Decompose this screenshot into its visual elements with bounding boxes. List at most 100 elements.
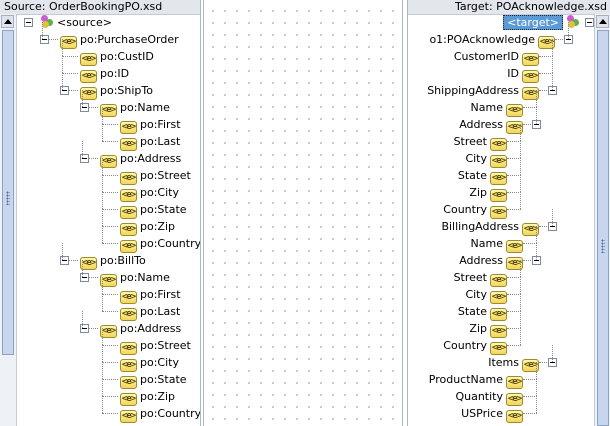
source-node-label: po:Street [140,169,191,182]
target-node-country[interactable]: Country <e> [443,337,507,355]
target-node-label: BillingAddress [441,220,519,233]
target-node-label: CustomerID [453,50,519,63]
target-node-label: o1:POAcknowledge [429,33,535,46]
source-node-po-custid[interactable]: <e> po:CustID [80,48,154,66]
source-node-label: po:First [140,118,181,131]
source-node-po-name[interactable]: <e> po:Name [100,269,170,287]
source-node-po-address[interactable]: <e> po:Address [100,150,181,168]
source-node-label: po:City [140,186,179,199]
target-node-city[interactable]: City <e> [465,150,507,168]
source-root-toggle[interactable] [24,18,33,27]
mapping-canvas[interactable] [203,0,403,426]
target-node-items[interactable]: Items <e> [488,354,539,372]
target-node-label: Country [443,339,487,352]
target-tree: <target> o1:POAcknowledge <e> CustomerID <e… [408,14,610,426]
source-node-po-billto[interactable]: <e> po:BillTo [80,252,146,270]
source-node-po-state[interactable]: <e> po:State [120,201,187,219]
target-node-label: ShippingAddress [427,84,519,97]
source-node-po-name[interactable]: <e> po:Name [100,99,170,117]
source-node-po-zip[interactable]: <e> po:Zip [120,388,175,406]
target-header: Target: POAcknowledge.xsd [408,0,610,15]
target-root-label: <target> [503,15,563,30]
target-node-label: Zip [469,322,487,335]
target-node-label: USPrice [461,407,503,420]
source-node-label: po:Last [140,305,181,318]
target-node-zip[interactable]: Zip <e> [469,320,507,338]
source-node-label: po:First [140,288,181,301]
source-node-po-first[interactable]: <e> po:First [120,116,181,134]
target-node-label: ProductName [428,373,503,386]
source-node-po-city[interactable]: <e> po:City [120,184,179,202]
target-node-label: City [465,152,487,165]
target-node-productname[interactable]: ProductName <e> [428,371,523,389]
target-root-toggle[interactable] [585,18,594,27]
source-tree-pane: Source: OrderBookingPO.xsd <source> <e> p… [0,0,201,426]
source-node-po-shipto[interactable]: <e> po:ShipTo [80,82,153,100]
target-node-o1-poacknowledge[interactable]: o1:POAcknowledge <e> [429,31,555,49]
target-node-street[interactable]: Street <e> [453,133,507,151]
target-node-customerid[interactable]: CustomerID <e> [453,48,539,66]
target-node-state[interactable]: State <e> [458,303,507,321]
source-node-po-last[interactable]: <e> po:Last [120,303,181,321]
source-header: Source: OrderBookingPO.xsd [0,0,200,15]
target-node-label: Name [470,237,503,250]
source-node-label: po:Country [140,407,201,420]
source-node-label: po:Address [120,322,182,335]
target-node-country[interactable]: Country <e> [443,201,507,219]
target-node-usprice[interactable]: USPrice <e> [461,405,523,423]
source-node-po-country[interactable]: <e> po:Country [120,405,201,423]
target-node-name[interactable]: Name <e> [470,99,523,117]
target-node-label: Street [453,271,487,284]
target-node-id[interactable]: ID <e> [507,65,539,83]
source-root-label: <source> [57,16,112,29]
target-node-label: Items [488,356,519,369]
source-node-po-street[interactable]: <e> po:Street [120,337,191,355]
target-node-shippingaddress[interactable]: ShippingAddress <e> [427,82,539,100]
target-node-label: Name [470,101,503,114]
source-node-label: po:CustID [100,50,154,63]
source-node-label: po:Zip [140,390,175,403]
source-node-po-country[interactable]: <e> po:Country [120,235,201,253]
target-node-address[interactable]: Address <e> [459,116,523,134]
target-node-state[interactable]: State <e> [457,167,507,185]
target-node-label: Zip [469,186,487,199]
target-node-label: Quantity [455,390,503,403]
source-root[interactable]: <source> [40,14,112,31]
target-node-label: City [465,288,487,301]
target-tree-pane: Target: POAcknowledge.xsd <target> o1:PO… [407,0,610,426]
source-node-label: po:Last [140,135,181,148]
source-node-label: po:State [140,373,187,386]
source-node-po-first[interactable]: <e> po:First [120,286,181,304]
source-node-label: po:PurchaseOrder [80,33,179,46]
source-node-po-address[interactable]: <e> po:Address [100,320,182,338]
target-node-street[interactable]: Street <e> [453,269,507,287]
target-node-label: Address [459,118,503,131]
source-node-label: po:BillTo [100,254,146,267]
source-tree: <source> <e> po:PurchaseOrder <e> po:CustID… [0,14,200,426]
source-node-label: po:Name [120,101,170,114]
source-node-label: po:Street [140,339,191,352]
target-node-zip[interactable]: Zip <e> [469,184,507,202]
target-node-label: Country [443,203,487,216]
target-node-label: Street [453,135,487,148]
target-node-quantity[interactable]: Quantity <e> [455,388,523,406]
element-icon: <e> [120,410,137,423]
target-node-billingaddress[interactable]: BillingAddress <e> [441,218,539,236]
target-node-name[interactable]: Name <e> [470,235,523,253]
target-root[interactable]: <target> [503,14,583,31]
source-node-po-street[interactable]: <e> po:Street [120,167,191,185]
source-node-po-state[interactable]: <e> po:State [120,371,187,389]
source-node-po-id[interactable]: <e> po:ID [80,65,129,83]
source-node-label: po:City [140,356,179,369]
source-node-label: po:Country [140,237,201,250]
target-node-city[interactable]: City <e> [465,286,507,304]
source-node-label: po:State [140,203,187,216]
source-node-po-purchaseorder[interactable]: <e> po:PurchaseOrder [60,31,179,49]
source-node-label: po:Name [120,271,170,284]
source-node-label: po:Zip [140,220,175,233]
source-node-po-zip[interactable]: <e> po:Zip [120,218,175,236]
source-node-po-last[interactable]: <e> po:Last [120,133,181,151]
source-node-po-city[interactable]: <e> po:City [120,354,179,372]
target-node-address[interactable]: Address <e> [459,252,523,270]
target-node-label: State [457,169,487,182]
